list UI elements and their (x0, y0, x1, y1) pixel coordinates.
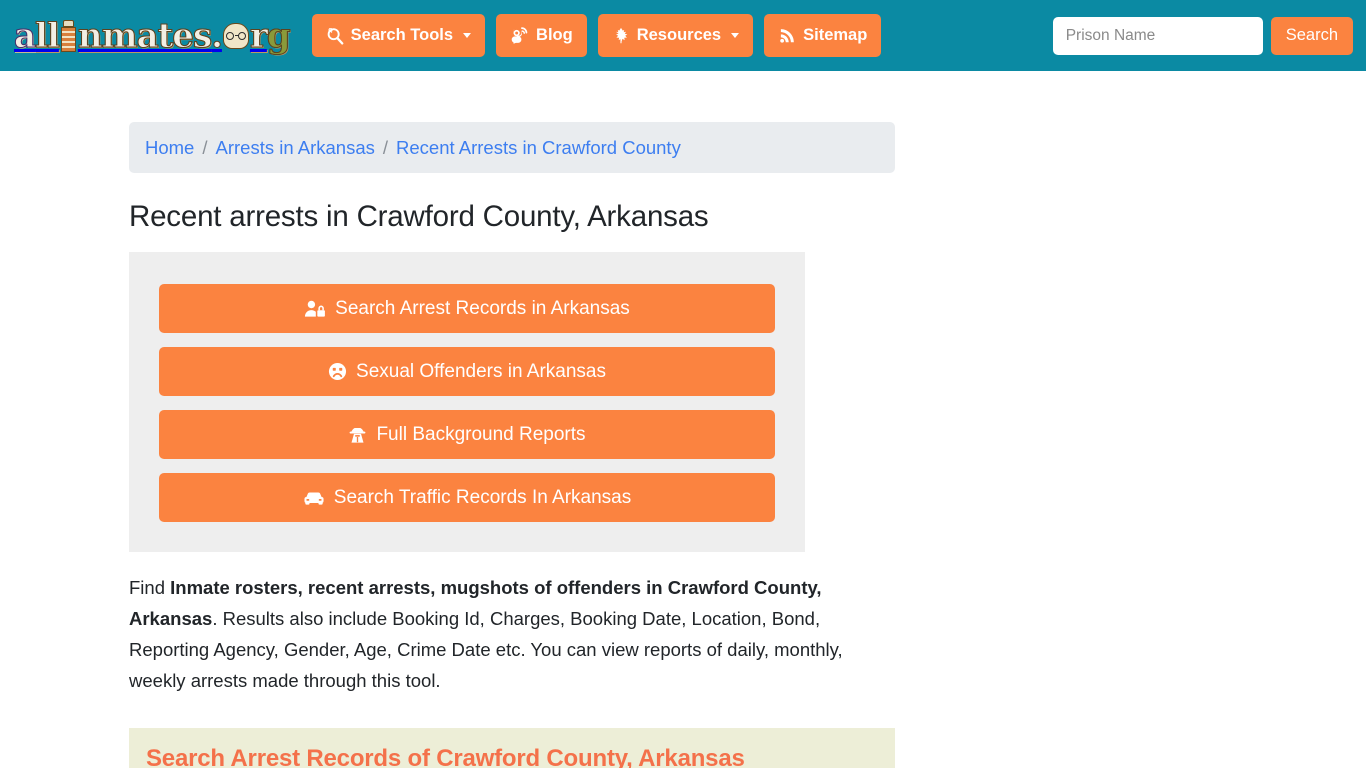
site-header: a ll nmates . r g Q Search Tools Blog Re… (0, 0, 1366, 71)
nav-search-tools-button[interactable]: Q Search Tools (311, 14, 486, 57)
skull-eye-right (237, 31, 246, 40)
search-arrest-records-label: Search Arrest Records in Arkansas (335, 297, 630, 319)
page-body: Home / Arrests in Arkansas / Recent Arre… (0, 71, 1366, 768)
search-traffic-records-label: Search Traffic Records In Arkansas (333, 486, 632, 508)
logo-graphic: a ll nmates . r g (13, 15, 291, 57)
prisoner-figure-icon (60, 19, 77, 53)
nav-resources-label: Resources (636, 26, 722, 44)
logo-letter-g: g (266, 15, 291, 56)
user-secret-icon (348, 425, 367, 444)
header-search: Search (1052, 0, 1353, 71)
search-records-section: Search Arrest Records of Crawford County… (129, 728, 895, 768)
sexual-offenders-label: Sexual Offenders in Arkansas (356, 360, 606, 382)
logo-letter-r: r (249, 15, 268, 56)
nav-sitemap-button[interactable]: Sitemap (764, 14, 882, 57)
primary-nav: Q Search Tools Blog Resources Sitemap (311, 14, 882, 57)
blogger-icon (510, 26, 529, 45)
frowning-face-icon (328, 362, 347, 381)
page-title: Recent arrests in Crawford County, Arkan… (129, 200, 709, 233)
nav-blog-button[interactable]: Blog (496, 14, 587, 57)
logo-letters-ll: ll (35, 15, 61, 56)
rss-icon (778, 27, 796, 45)
car-icon (303, 489, 325, 507)
site-logo[interactable]: a ll nmates . r g (13, 14, 291, 58)
nav-sitemap-label: Sitemap (803, 26, 868, 44)
breadcrumb: Home / Arrests in Arkansas / Recent Arre… (129, 122, 895, 173)
full-background-reports-button[interactable]: Full Background Reports (159, 410, 775, 459)
chevron-down-icon (731, 33, 740, 38)
full-background-reports-label: Full Background Reports (376, 423, 586, 445)
nav-resources-button[interactable]: Resources (597, 14, 754, 57)
breadcrumb-item-recent-arrests[interactable]: Recent Arrests in Crawford County (396, 137, 681, 159)
breadcrumb-separator: / (382, 136, 389, 158)
breadcrumb-separator: / (202, 136, 208, 158)
logo-dot: . (211, 15, 224, 56)
action-buttons-panel: Search Arrest Records in Arkansas Sexual… (129, 252, 805, 552)
logo-text: a ll nmates . r g (13, 15, 291, 56)
skull-face-icon (222, 22, 249, 49)
section-heading: Search Arrest Records of Crawford County… (146, 745, 745, 768)
logo-letters-nmates: nmates (77, 15, 212, 56)
sexual-offenders-button[interactable]: Sexual Offenders in Arkansas (159, 347, 775, 396)
skull-bridge (234, 34, 239, 36)
skull-eye-left (225, 31, 234, 40)
prisoner-head (62, 19, 74, 27)
header-search-button[interactable]: Search (1270, 16, 1353, 55)
intro-tail: . Results also include Booking Id, Charg… (129, 608, 843, 691)
leaf-icon (612, 26, 630, 45)
user-lock-icon (304, 300, 326, 318)
svg-text:Q: Q (328, 27, 333, 33)
intro-lead: Find (129, 577, 171, 598)
magnifier-icon: Q (326, 27, 344, 45)
search-arrest-records-button[interactable]: Search Arrest Records in Arkansas (159, 284, 775, 333)
prison-name-search-input[interactable] (1052, 16, 1263, 55)
content-container: Home / Arrests in Arkansas / Recent Arre… (129, 71, 895, 768)
nav-blog-label: Blog (536, 26, 573, 44)
logo-letter-a: a (13, 15, 36, 56)
breadcrumb-item-home[interactable]: Home (145, 137, 194, 159)
intro-paragraph: Find Inmate rosters, recent arrests, mug… (129, 572, 895, 696)
breadcrumb-item-arrests-in-arkansas[interactable]: Arrests in Arkansas (216, 137, 375, 159)
chevron-down-icon (463, 33, 472, 38)
nav-search-tools-label: Search Tools (350, 26, 454, 44)
prisoner-body (60, 26, 76, 52)
search-traffic-records-button[interactable]: Search Traffic Records In Arkansas (159, 473, 775, 522)
